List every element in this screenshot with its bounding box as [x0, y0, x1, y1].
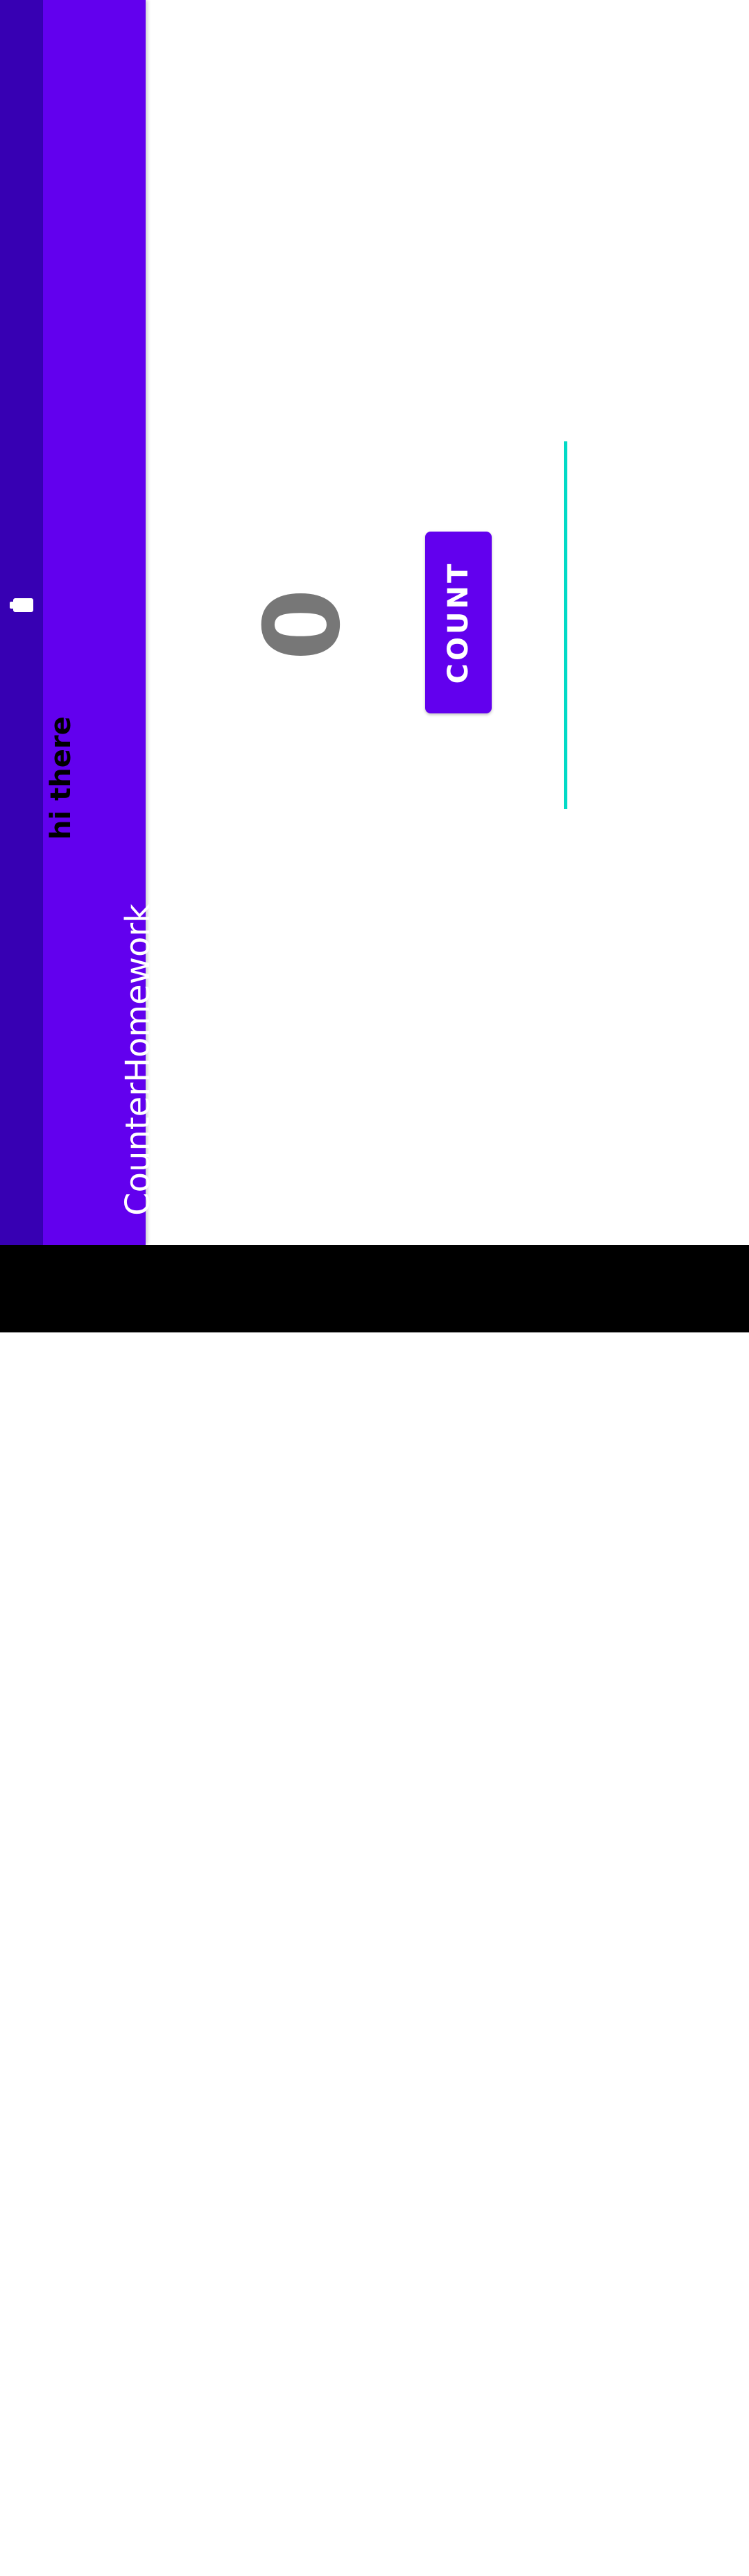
- text-input-underline: [564, 441, 567, 809]
- counter-value: 0: [243, 588, 363, 661]
- clock: 3:20: [9, 2514, 37, 2571]
- app-title: CounterHomework: [119, 904, 157, 1216]
- count-button[interactable]: COUNT: [425, 532, 492, 713]
- status-bar: [0, 0, 43, 1245]
- text-input[interactable]: [520, 440, 569, 809]
- system-bar: 3:20: [0, 1245, 749, 2570]
- count-button-label: COUNT: [442, 561, 474, 684]
- battery-icon: [10, 598, 33, 612]
- app-bar: CounterHomework: [43, 0, 157, 1245]
- text-input-value: hi there: [45, 716, 77, 840]
